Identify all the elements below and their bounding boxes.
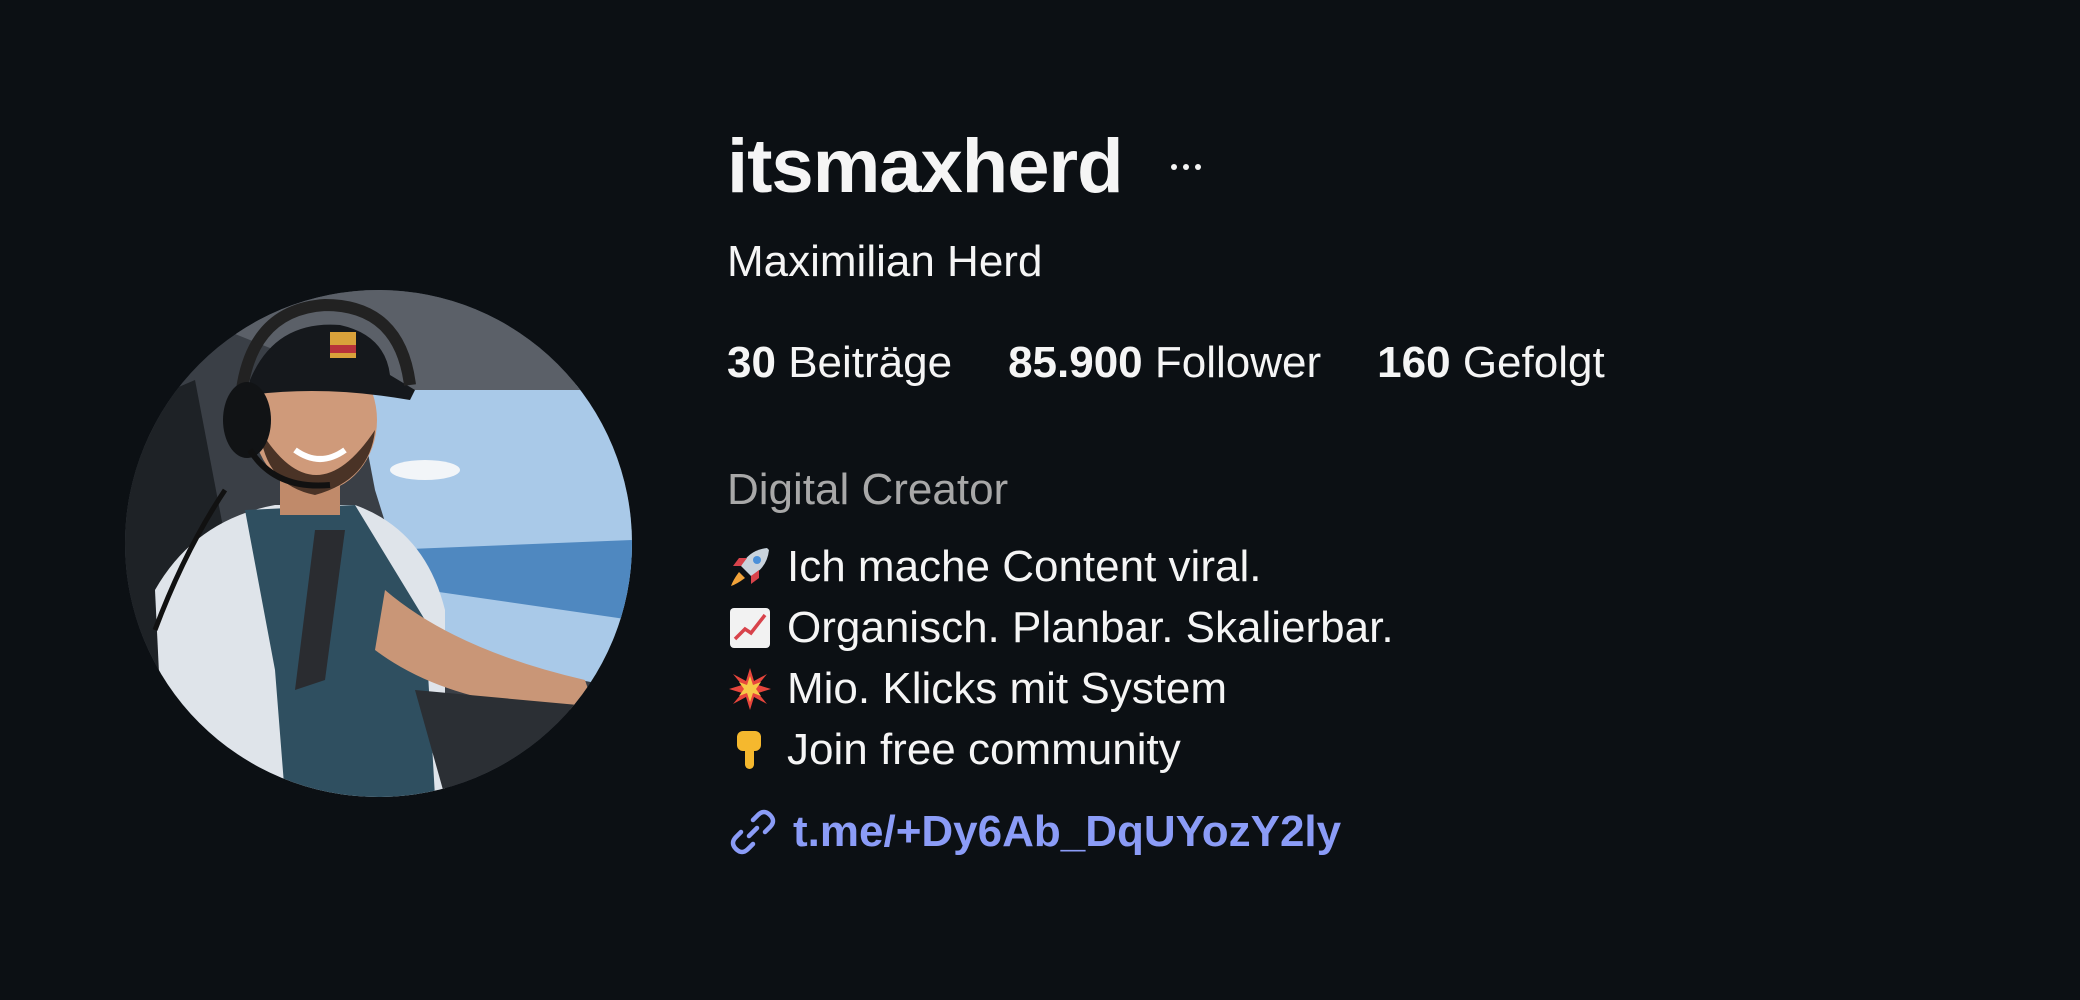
bio-line: Organisch. Planbar. Skalierbar. xyxy=(727,597,1394,658)
username: itsmaxherd xyxy=(727,124,1123,209)
link-text: t.me/+Dy6Ab_DqUYozY2ly xyxy=(793,807,1342,856)
bio: Ich mache Content viral. Organisch. Plan… xyxy=(727,536,1394,780)
followers-count: 85.900 xyxy=(1008,338,1143,387)
posts-stat[interactable]: 30 Beiträge xyxy=(727,333,952,393)
bio-line: Ich mache Content viral. xyxy=(727,536,1394,597)
pointing-down-icon xyxy=(727,727,773,773)
profile-stats: 30 Beiträge 85.900 Follower 160 Gefolgt xyxy=(727,333,1661,393)
bio-line: Mio. Klicks mit System xyxy=(727,658,1394,719)
bio-text: Join free community xyxy=(787,725,1181,774)
profile-photo xyxy=(125,290,632,797)
followers-stat[interactable]: 85.900 Follower xyxy=(1008,333,1321,393)
more-options-button[interactable] xyxy=(1161,147,1211,187)
full-name: Maximilian Herd xyxy=(727,237,1043,286)
more-horizontal-icon xyxy=(1170,164,1177,170)
following-label: Gefolgt xyxy=(1462,338,1605,387)
posts-label: Beiträge xyxy=(788,338,953,387)
posts-count: 30 xyxy=(727,338,776,387)
bio-text: Mio. Klicks mit System xyxy=(787,664,1228,713)
rocket-icon xyxy=(727,544,773,590)
more-dot xyxy=(1182,164,1189,170)
bio-line: Join free community xyxy=(727,719,1394,780)
external-link[interactable]: t.me/+Dy6Ab_DqUYozY2ly xyxy=(727,806,1341,858)
avatar[interactable] xyxy=(125,290,632,797)
collision-icon xyxy=(727,666,773,712)
bio-text: Organisch. Planbar. Skalierbar. xyxy=(787,603,1394,652)
following-stat[interactable]: 160 Gefolgt xyxy=(1377,333,1605,393)
username-row: itsmaxherd xyxy=(727,118,1211,216)
category-label: Digital Creator xyxy=(727,465,1009,514)
bio-text: Ich mache Content viral. xyxy=(787,542,1262,591)
more-dot xyxy=(1194,164,1201,170)
chart-increasing-icon xyxy=(727,605,773,651)
link-icon xyxy=(727,806,779,858)
following-count: 160 xyxy=(1377,338,1451,387)
followers-label: Follower xyxy=(1154,338,1322,387)
